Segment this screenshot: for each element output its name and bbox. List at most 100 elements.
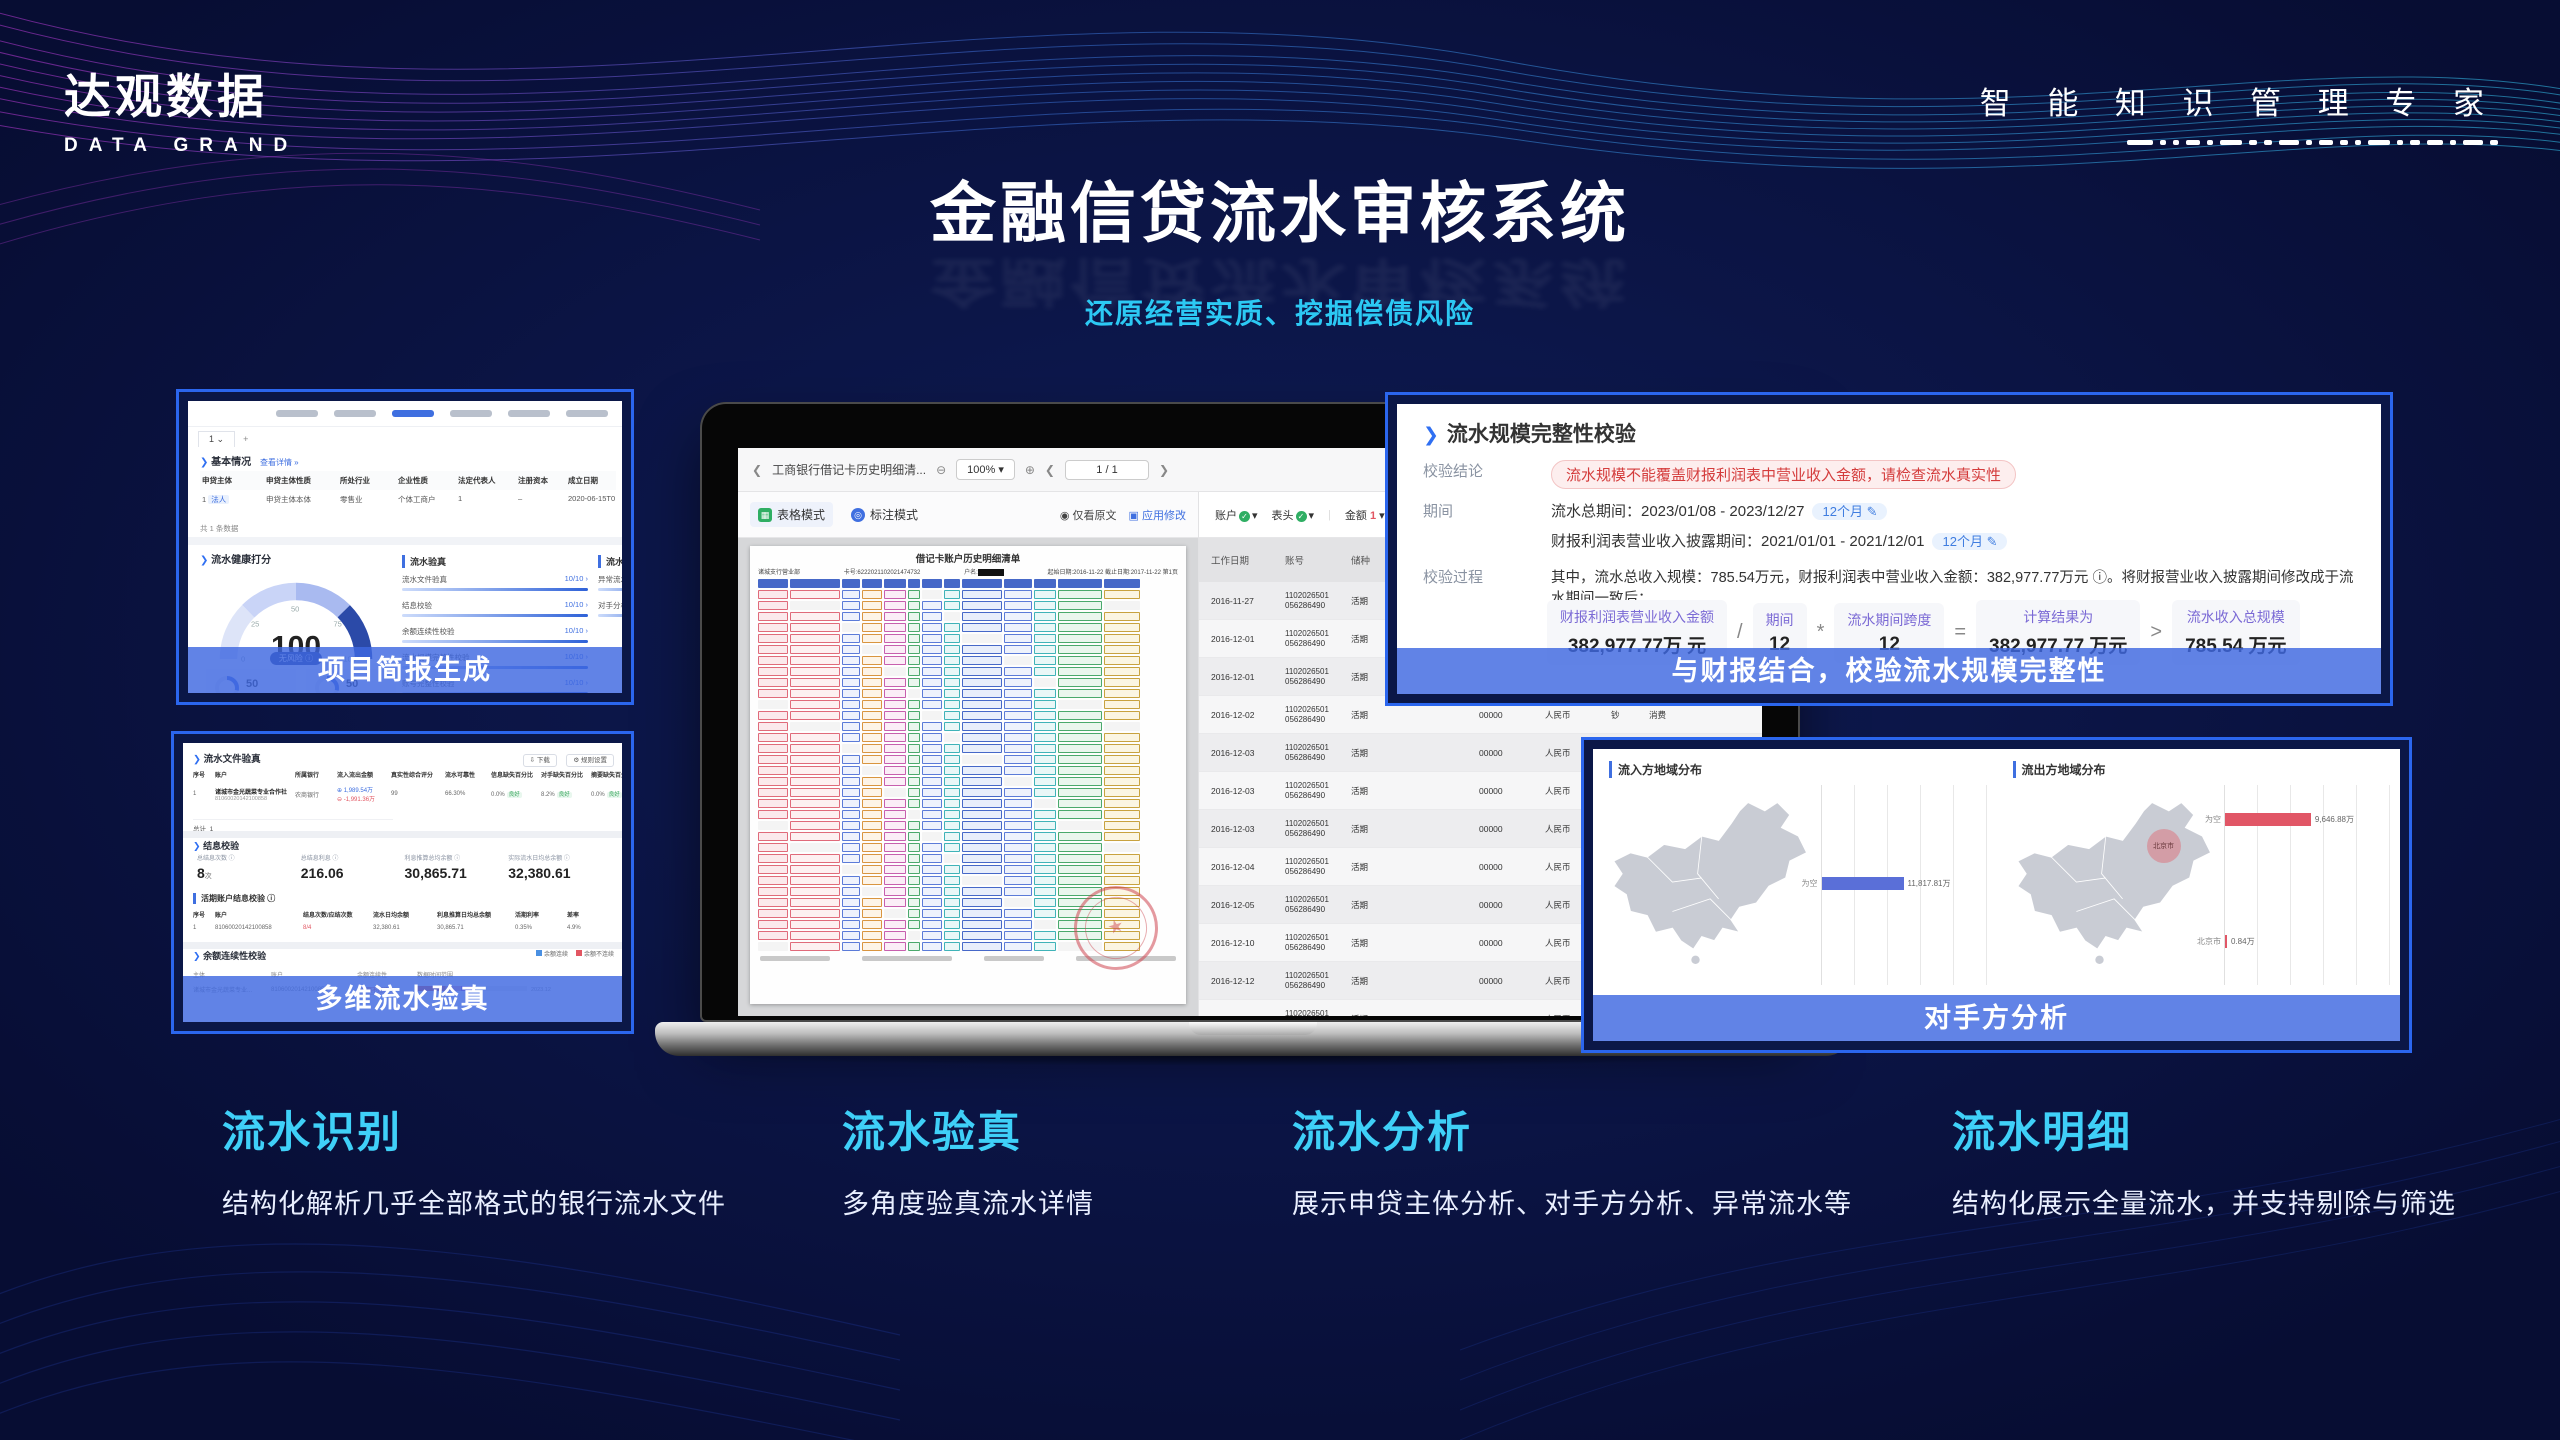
analysis-item[interactable]: 对手分析: [598, 600, 622, 617]
scan-cell: [862, 876, 882, 885]
scan-annotated-row: [758, 766, 1178, 775]
chart-title: 流出方地域分布: [2013, 761, 2106, 778]
scan-cell: [1104, 733, 1140, 742]
scan-cell: [908, 656, 920, 665]
period-pill[interactable]: 12个月 ✎: [1932, 533, 2007, 550]
score-section-title: ❯ 流水健康打分: [200, 551, 271, 566]
view-original-button[interactable]: ◉ 仅看原文: [1060, 507, 1117, 523]
header-filter[interactable]: 表头✓▾: [1272, 507, 1315, 523]
nav-item-active-placeholder[interactable]: [392, 410, 434, 417]
scan-cell: [908, 711, 920, 720]
feature-title: 流水分析: [1292, 1098, 1852, 1160]
nav-item-placeholder[interactable]: [508, 410, 550, 417]
scan-cell: [962, 700, 1002, 709]
scan-cell: [1034, 601, 1056, 610]
morse-dash: [2279, 140, 2299, 145]
scan-cell: [758, 656, 788, 665]
scan-cell: [922, 799, 942, 808]
morse-dash: [2264, 140, 2272, 145]
scan-cell: [1004, 788, 1032, 797]
download-button[interactable]: ⇩ 下载: [523, 754, 557, 767]
table-row[interactable]: 1810600201421008588/4 32,380.6130,865.71…: [193, 922, 616, 934]
col-header: 工作日期: [1211, 553, 1283, 567]
scan-cell: [1058, 634, 1102, 643]
scan-cell: [1058, 733, 1102, 742]
basic-info-row[interactable]: 1 法人 申贷主体本体 零售业 个体工商户 1 – 2020-06-15T0: [200, 490, 616, 509]
morse-dash: [2463, 140, 2483, 145]
back-icon[interactable]: ❮: [752, 463, 762, 477]
scan-cell: [944, 689, 960, 698]
scan-cell: [758, 788, 788, 797]
scan-cell: [862, 612, 882, 621]
scan-cell: [884, 788, 906, 797]
scan-cell: [908, 876, 920, 885]
next-page-icon[interactable]: ❯: [1159, 463, 1169, 477]
cell-kind: 活期: [1351, 899, 1409, 911]
scan-cell: [884, 711, 906, 720]
nav-item-placeholder[interactable]: [450, 410, 492, 417]
scan-cell: [944, 700, 960, 709]
table-row[interactable]: 1 诸城市金光蔬菜专业合作社81060020142100858 农商银行 ⊕ 1…: [193, 782, 616, 806]
scan-cell: [758, 645, 788, 654]
scan-cell: [790, 744, 840, 753]
svg-text:75: 75: [334, 620, 342, 629]
morse-dash: [2319, 140, 2333, 145]
scan-cell: [790, 810, 840, 819]
prev-page-icon[interactable]: ❮: [1045, 463, 1055, 477]
annotate-mode-button[interactable]: ◎标注模式: [843, 502, 926, 527]
scan-cell: [1034, 942, 1056, 951]
view-detail-link[interactable]: 查看详情 »: [260, 458, 299, 467]
table-mode-button[interactable]: ▦表格模式: [750, 502, 833, 527]
scan-cell: [944, 887, 960, 896]
analysis-item[interactable]: 异常流水: [598, 574, 622, 591]
scan-cell: [884, 645, 906, 654]
scan-cell: [1034, 590, 1056, 599]
scan-cell: [790, 689, 840, 698]
scan-cell: [922, 766, 942, 775]
scan-cell: [884, 667, 906, 676]
scan-cell: [842, 799, 860, 808]
account-filter[interactable]: 账户✓▾: [1215, 507, 1258, 523]
zoom-level-select[interactable]: 100% ▾: [956, 459, 1015, 480]
scan-cell: [944, 634, 960, 643]
scan-cell: [1004, 777, 1032, 786]
scan-cell: [1104, 821, 1140, 830]
morse-dash: [2340, 140, 2348, 145]
scan-cell: [962, 656, 1002, 665]
check-item[interactable]: 结息校验10/10 ›: [402, 600, 588, 617]
scan-cell: [884, 766, 906, 775]
scan-annotated-row: [758, 579, 1178, 588]
cell-date: 2016-12-05: [1211, 900, 1283, 910]
nav-item-placeholder[interactable]: [566, 410, 608, 417]
scan-cell: [1058, 777, 1102, 786]
scan-cell: [922, 711, 942, 720]
inflow-amount: ⊕ 1,989.54万: [337, 785, 389, 794]
zoom-in-icon[interactable]: ⊕: [1025, 463, 1035, 477]
scan-cell: [790, 898, 840, 907]
scan-cell: [1104, 766, 1140, 775]
briefing-caption: 项目简报生成: [188, 647, 622, 693]
zoom-out-icon[interactable]: ⊖: [936, 463, 946, 477]
add-tab-button[interactable]: +: [243, 434, 248, 444]
cell-account: 1102026501056286490: [1285, 591, 1349, 609]
scan-cell: [908, 601, 920, 610]
scan-cell: [842, 678, 860, 687]
rule-settings-button[interactable]: ⚙ 规则设置: [566, 754, 614, 767]
cell-cash: 钞: [1611, 709, 1647, 721]
scan-cell: [1004, 821, 1032, 830]
tab-subject-1[interactable]: 1 ⌄: [198, 431, 235, 447]
scan-cell: [922, 744, 942, 753]
page-indicator[interactable]: 1 / 1: [1065, 460, 1149, 480]
current-account-check-title: 活期账户结息校验 ⓘ: [193, 893, 275, 904]
scan-cell: [1034, 667, 1056, 676]
nav-item-placeholder[interactable]: [276, 410, 318, 417]
scan-annotated-row: [758, 700, 1178, 709]
apply-changes-button[interactable]: ▣ 应用修改: [1129, 507, 1186, 523]
scan-cell: [908, 832, 920, 841]
scan-cell: [908, 678, 920, 687]
period-pill[interactable]: 12个月 ✎: [1812, 503, 1887, 520]
nav-item-placeholder[interactable]: [334, 410, 376, 417]
amount-filter[interactable]: 金额 1 ▾: [1345, 507, 1385, 523]
check-item[interactable]: 余额连续性校验10/10 ›: [402, 626, 588, 643]
check-item[interactable]: 流水文件验真10/10 ›: [402, 574, 588, 591]
